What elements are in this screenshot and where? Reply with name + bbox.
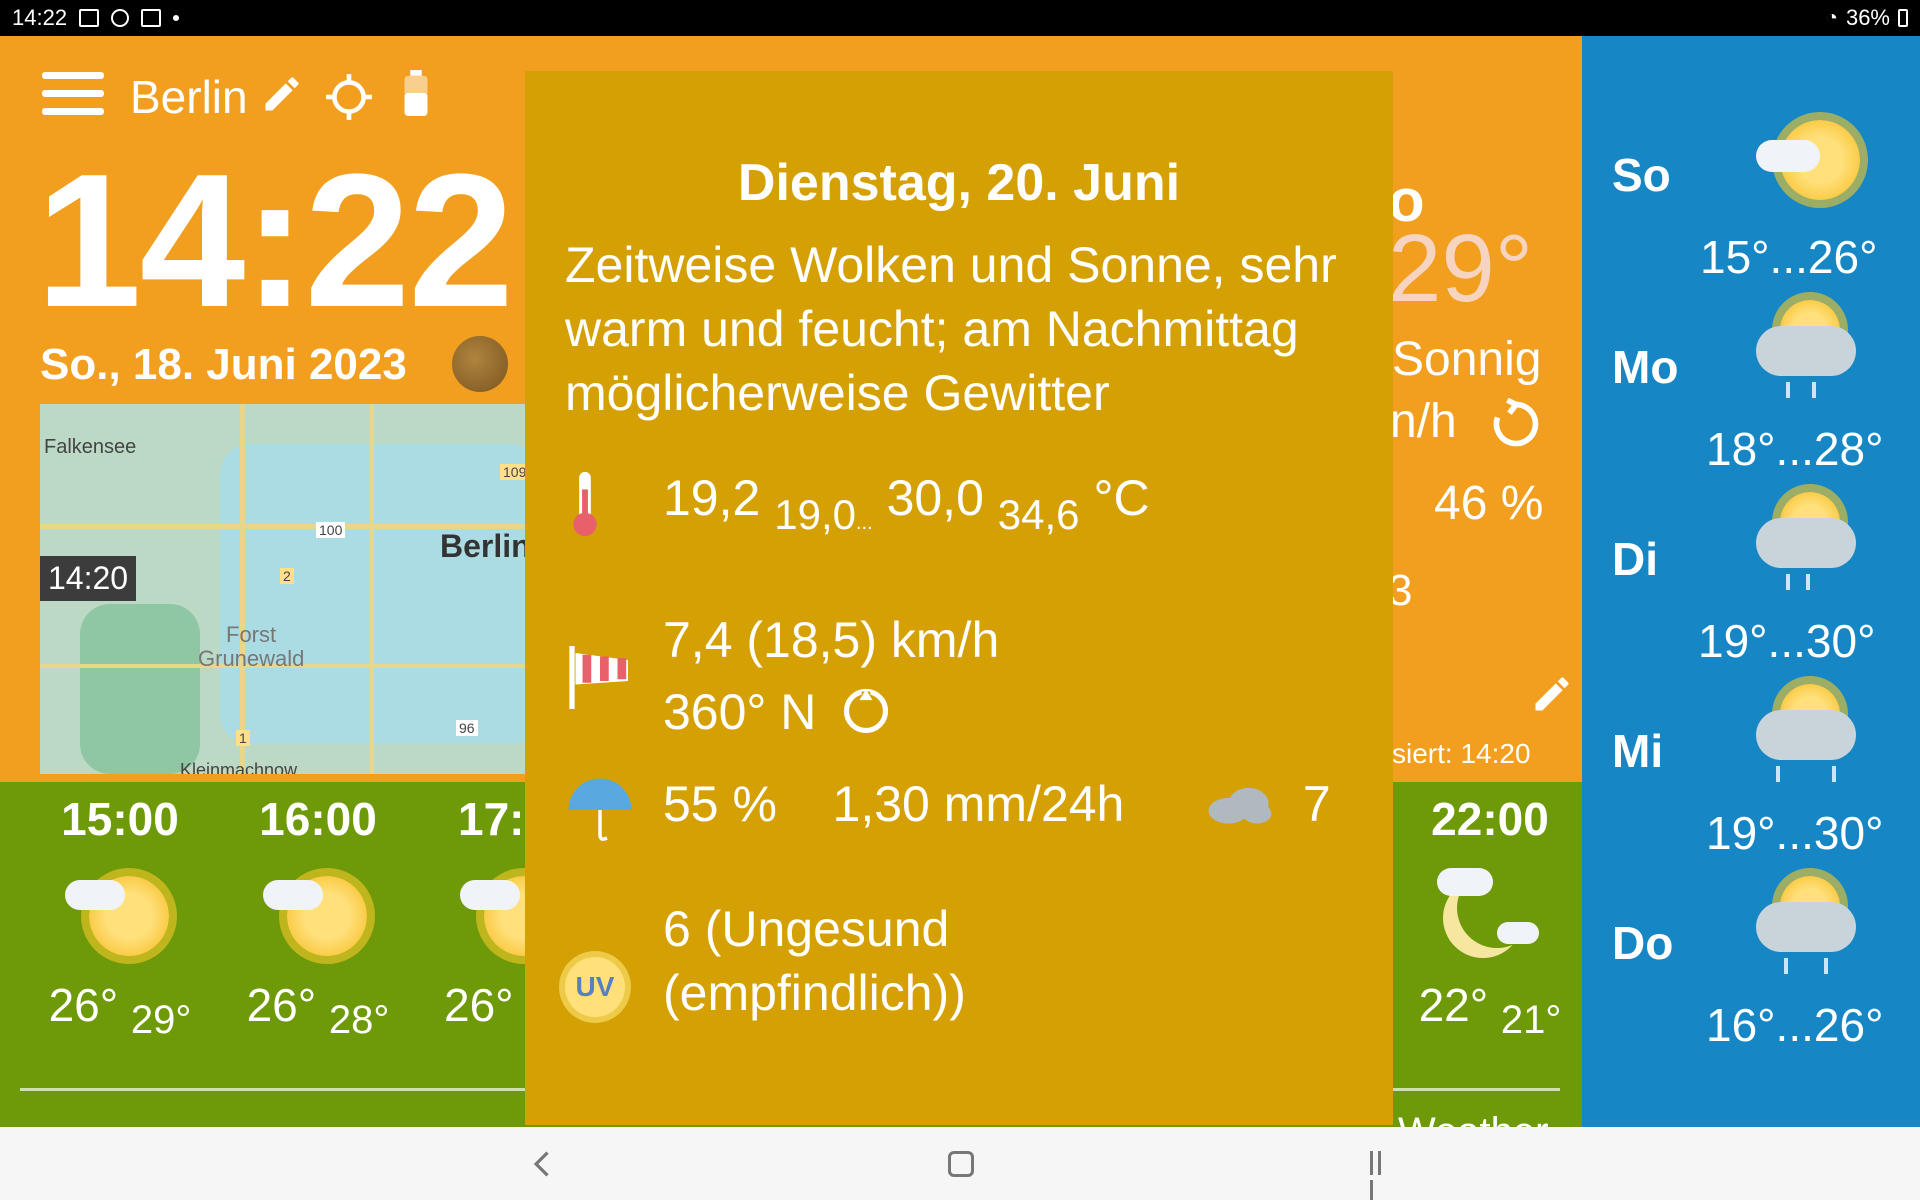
- forecast-day-name: Mo: [1612, 341, 1679, 393]
- windsock-icon: [569, 646, 628, 709]
- hourly-temp: 26°: [48, 979, 119, 1031]
- rain-cloud-icon: [1740, 492, 1870, 602]
- system-nav-bar: [0, 1127, 1920, 1200]
- hourly-time: 17:: [458, 793, 525, 845]
- map-road-100: 100: [316, 522, 346, 538]
- rain-cloud-icon: [1740, 300, 1870, 410]
- status-bar: 14:22 ◔ 36%: [0, 0, 1920, 36]
- hourly-feels: 29°: [130, 998, 192, 1042]
- uv-badge: UV: [575, 971, 615, 1002]
- clock-date: So., 18. Juni 2023: [40, 340, 407, 389]
- weather-app: Berlin 14:22 So., 18. Juni 2023 Falkense…: [0, 36, 1920, 1154]
- temp-now: 19,2: [663, 470, 761, 526]
- map-label-berlin: Berlin: [440, 528, 526, 564]
- cloud-cover: 7: [1205, 775, 1331, 833]
- current-condition: Sonnig: [1392, 333, 1542, 386]
- map-road-96: 96: [456, 720, 478, 736]
- temp-max: 30,0: [886, 470, 984, 526]
- popup-description: Zeitweise Wolken und Sonne, sehr warm un…: [565, 237, 1337, 421]
- hourly-item[interactable]: 17: 26°: [410, 792, 564, 1032]
- day-detail-popup[interactable]: Dienstag, 20. Juni Zeitweise Wolken und …: [525, 71, 1393, 1125]
- battery-icon: [1898, 9, 1908, 27]
- home-icon[interactable]: [948, 1151, 974, 1177]
- hourly-temp: 22°: [1418, 979, 1489, 1031]
- hourly-item[interactable]: 16:00 26° 28°: [218, 792, 418, 1043]
- map-label-falkensee: Falkensee: [44, 436, 137, 458]
- hourly-temp: 26°: [246, 979, 317, 1031]
- wind-speed: 7,4 (18,5) km/h: [663, 612, 1000, 668]
- sun-cloud-icon: [65, 858, 175, 968]
- precip-probability: 55 %: [663, 776, 777, 832]
- rain-cloud-icon: [1740, 876, 1870, 986]
- hourly-time: 16:00: [259, 793, 377, 845]
- forecast-day-name: Mi: [1612, 725, 1664, 777]
- temp-dots: ...: [855, 512, 873, 534]
- popup-title: Dienstag, 20. Juni: [737, 154, 1181, 212]
- edit-icon[interactable]: [1530, 672, 1574, 716]
- uv-index: 6 (Ungesund (empfindlich)): [663, 901, 966, 1021]
- temp-feels: 34,6: [997, 491, 1080, 538]
- clock-time: 14:22: [36, 135, 514, 347]
- wind-direction-icon: [844, 688, 889, 734]
- cloud-icon: [1208, 787, 1272, 824]
- forecast-day-name: So: [1612, 149, 1671, 201]
- map-timestamp: 14:20: [40, 556, 137, 601]
- wifi-icon: ◔: [1825, 6, 1838, 29]
- battery-icon: [404, 70, 428, 116]
- calendar-icon: [141, 9, 162, 27]
- current-temp: 29°: [1388, 215, 1534, 322]
- hourly-item[interactable]: 15:00 26° 29°: [20, 792, 220, 1043]
- back-icon[interactable]: [530, 1151, 552, 1177]
- map-label-grunewald: Grunewald: [198, 646, 305, 671]
- map-road-1: 1: [236, 730, 250, 746]
- hourly-feels: 28°: [328, 998, 390, 1042]
- image-icon: [79, 9, 100, 27]
- map-road-2: 2: [280, 568, 294, 584]
- weather-map[interactable]: Falkensee Berlin Forst Grunewald 100 109…: [40, 404, 526, 774]
- notification-dot-icon: [173, 15, 180, 21]
- status-time: 14:22: [12, 5, 68, 30]
- updated-time: siert: 14:20: [1392, 738, 1531, 769]
- forecast-range: 16°...26°: [1706, 999, 1884, 1051]
- temp-unit: °C: [1093, 470, 1150, 526]
- hourly-feels: 21°: [1500, 998, 1562, 1042]
- forecast-day-name: Di: [1612, 533, 1658, 585]
- rain-cloud-icon: [1740, 684, 1870, 794]
- forecast-range: 19°...30°: [1706, 807, 1884, 859]
- hourly-temp: 26°: [444, 979, 514, 1031]
- map-label-kleinmachnow: Kleinmachnow: [180, 760, 298, 774]
- recent-apps-icon[interactable]: [1370, 1151, 1392, 1200]
- umbrella-icon: [568, 778, 632, 841]
- city-name[interactable]: Berlin: [130, 70, 248, 124]
- map-road-109: 109: [500, 464, 526, 480]
- current-humidity: 46 %: [1434, 477, 1544, 530]
- forecast-range: 15°...26°: [1700, 231, 1878, 283]
- refresh-icon[interactable]: [1490, 398, 1542, 450]
- thermometer-icon: [573, 471, 597, 537]
- menu-icon[interactable]: [42, 72, 104, 116]
- edit-city-icon[interactable]: [260, 72, 304, 116]
- cloud-value: 7: [1302, 776, 1331, 832]
- wind-direction: 360° N: [663, 684, 817, 740]
- uv-sun-icon: UV: [565, 957, 625, 1017]
- hourly-time: 22:00: [1431, 793, 1549, 845]
- map-label-forst: Forst: [226, 622, 277, 647]
- hourly-item[interactable]: 22:00 22° 21°: [1390, 792, 1590, 1043]
- sun-cloud-icon: [1740, 108, 1870, 218]
- battery-level: 36%: [1845, 5, 1890, 30]
- precip-amount: 1,30 mm/24h: [832, 776, 1125, 832]
- temp-min: 19,0: [774, 491, 856, 538]
- moon-phase-icon: [452, 336, 508, 392]
- forecast-range: 19°...30°: [1698, 615, 1876, 667]
- hourly-time: 15:00: [61, 793, 179, 845]
- locate-icon[interactable]: [324, 72, 374, 122]
- dnd-icon: [111, 9, 130, 27]
- current-wind: n/h: [1390, 395, 1457, 448]
- forecast-range: 18°...28°: [1706, 423, 1884, 475]
- moon-cloud-icon: [1435, 858, 1545, 968]
- forecast-day-name: Do: [1612, 917, 1674, 969]
- sun-cloud-icon: [263, 858, 373, 968]
